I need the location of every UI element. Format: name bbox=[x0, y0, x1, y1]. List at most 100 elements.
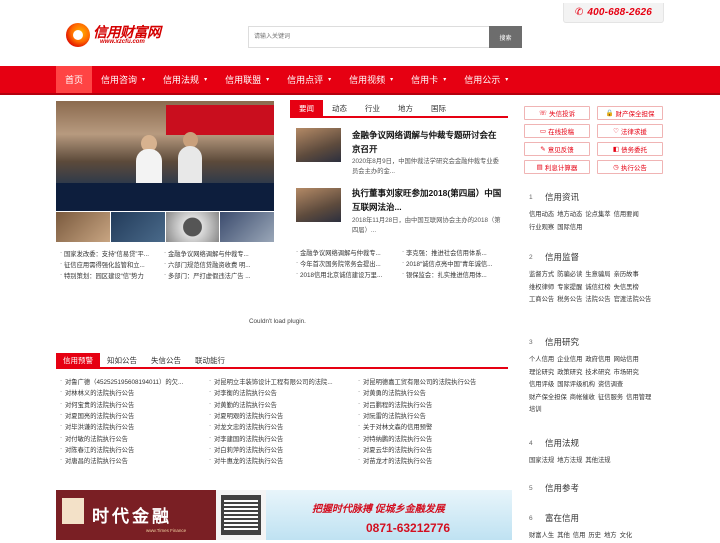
category-link[interactable]: 财产保全担保 bbox=[529, 394, 567, 401]
category-link[interactable]: 官渡法院公告 bbox=[614, 296, 652, 303]
notice-link[interactable]: 对夏国亮的法院执行公告 bbox=[60, 411, 209, 420]
tab-notice-1[interactable]: 知如公告 bbox=[100, 353, 144, 367]
category-link[interactable]: 地方 bbox=[604, 532, 617, 539]
category-link[interactable]: 政策研究 bbox=[557, 369, 582, 376]
category-link[interactable]: 诚信红榜 bbox=[585, 284, 610, 291]
side-button-4[interactable]: ✎ 意见反馈 bbox=[524, 142, 590, 156]
notice-link[interactable]: 对黄勤的法院执行公告 bbox=[209, 400, 358, 409]
tab-news-1[interactable]: 动态 bbox=[323, 100, 356, 116]
notice-link[interactable]: 对何宝贵的法院执行公告 bbox=[60, 400, 209, 409]
news-link[interactable]: 2018“诚信点亮中国”青年诚信... bbox=[402, 259, 508, 268]
category-link[interactable]: 税务公告 bbox=[557, 296, 582, 303]
notice-link[interactable]: 对唐昌的法院执行公告 bbox=[60, 456, 209, 465]
category-link[interactable]: 信用要闻 bbox=[614, 211, 639, 218]
news-thumbnail[interactable] bbox=[296, 188, 341, 222]
notice-link[interactable]: 对陈春江的法院执行公告 bbox=[60, 445, 209, 454]
side-button-7[interactable]: ◷ 执行公告 bbox=[597, 160, 663, 174]
news-link[interactable]: 银保监会：扎实推进信用体... bbox=[402, 270, 508, 279]
side-button-0[interactable]: ☏ 失信投诉 bbox=[524, 106, 590, 120]
nav-item-5[interactable]: 信用视频 ▾ bbox=[340, 66, 402, 93]
notice-link[interactable]: 对付敏的法院执行公告 bbox=[60, 434, 209, 443]
news-link[interactable]: 2018信用北京诚信建设万里... bbox=[296, 270, 402, 279]
caption-link[interactable]: 特别策划：园区建设“信”势力 bbox=[60, 271, 164, 280]
category-link[interactable]: 国家法规 bbox=[529, 457, 554, 464]
category-link[interactable]: 征信服务 bbox=[598, 394, 623, 401]
notice-link[interactable]: 对昆明德嘉工贸有限公司的法院执行公告 bbox=[358, 377, 507, 386]
notice-link[interactable]: 对白莉萍的法院执行公告 bbox=[209, 445, 358, 454]
category-header[interactable]: 5 信用参考 bbox=[529, 482, 579, 494]
caption-link[interactable]: 征信应用需得强化监管和立... bbox=[60, 260, 164, 269]
side-button-1[interactable]: 🔒 财产保全担保 bbox=[597, 106, 663, 120]
site-logo[interactable]: 信用财富网 www.xzcfu.com bbox=[66, 22, 162, 48]
side-button-5[interactable]: ◧ 债务委托 bbox=[597, 142, 663, 156]
notice-link[interactable]: 对林林义的法院执行公告 bbox=[60, 388, 209, 397]
notice-link[interactable]: 对阮雷的法院执行公告 bbox=[358, 411, 507, 420]
category-link[interactable]: 监督方式 bbox=[529, 271, 554, 278]
category-header[interactable]: 4 信用法规 bbox=[529, 437, 659, 449]
notice-link[interactable]: 对夏云华的法院执行公告 bbox=[358, 445, 507, 454]
slider-thumb[interactable] bbox=[165, 212, 220, 242]
side-button-2[interactable]: ▭ 在线投稿 bbox=[524, 124, 590, 138]
tab-news-4[interactable]: 国际 bbox=[422, 100, 455, 116]
category-link[interactable]: 个人信用 bbox=[529, 356, 554, 363]
slider-main-image[interactable] bbox=[56, 101, 274, 211]
tab-notice-3[interactable]: 联动能行 bbox=[188, 353, 232, 367]
category-link[interactable]: 网站信用 bbox=[614, 356, 639, 363]
caption-link[interactable]: 金融争议网络调解与仲裁专... bbox=[164, 249, 268, 258]
category-link[interactable]: 历史 bbox=[588, 532, 601, 539]
nav-item-0[interactable]: 首页 bbox=[56, 66, 93, 93]
nav-item-6[interactable]: 信用卡 ▾ bbox=[402, 66, 455, 93]
category-link[interactable]: 技术研究 bbox=[585, 369, 610, 376]
category-link[interactable]: 工商公告 bbox=[529, 296, 554, 303]
ad-times-finance[interactable]: 时代金融 www.Times Finance bbox=[56, 490, 216, 540]
category-link[interactable]: 政府信用 bbox=[585, 356, 610, 363]
category-link[interactable]: 资信调查 bbox=[598, 381, 623, 388]
notice-link[interactable]: 对特纳鹏的法院执行公告 bbox=[358, 434, 507, 443]
category-link[interactable]: 信用管理 bbox=[626, 394, 651, 401]
category-link[interactable]: 国际评级机构 bbox=[557, 381, 595, 388]
search-input[interactable] bbox=[248, 26, 489, 48]
tab-news-0[interactable]: 要闻 bbox=[290, 100, 323, 116]
notice-link[interactable]: 对龙文忠的法院执行公告 bbox=[209, 422, 358, 431]
notice-link[interactable]: 对李建国的法院执行公告 bbox=[209, 434, 358, 443]
news-thumbnail[interactable] bbox=[296, 128, 341, 162]
tab-news-2[interactable]: 行业 bbox=[356, 100, 389, 116]
news-title[interactable]: 金融争议网络调解与仲裁专题研讨会在京召开 bbox=[352, 128, 504, 156]
notice-link[interactable]: 对毕洪谦的法院执行公告 bbox=[60, 422, 209, 431]
caption-link[interactable]: 六部门规范信贷融资收费 明... bbox=[164, 260, 268, 269]
category-link[interactable]: 亲历故事 bbox=[614, 271, 639, 278]
category-header[interactable]: 2 信用监督 bbox=[529, 251, 659, 263]
category-link[interactable]: 信用动态 bbox=[529, 211, 554, 218]
nav-item-7[interactable]: 信用公示 ▾ bbox=[455, 66, 517, 93]
notice-link[interactable]: 对鲁广德（452525195608194011）的欠... bbox=[60, 377, 209, 386]
ad-banner[interactable]: 时代金融 www.Times Finance 把握时代脉搏 促城乡金融发展 08… bbox=[56, 490, 512, 540]
notice-link[interactable]: 对昆明立丰装饰设计工程有限公司的法院... bbox=[209, 377, 358, 386]
category-link[interactable]: 行业观察 bbox=[529, 224, 554, 231]
category-link[interactable]: 地方法规 bbox=[557, 457, 582, 464]
notice-link[interactable]: 对黄勇的法院执行公告 bbox=[358, 388, 507, 397]
category-link[interactable]: 生意骗局 bbox=[585, 271, 610, 278]
category-link[interactable]: 信用 bbox=[573, 532, 586, 539]
category-link[interactable]: 专家提醒 bbox=[557, 284, 582, 291]
news-link[interactable]: 李克强：推进社会信用体系... bbox=[402, 248, 508, 257]
category-link[interactable]: 理论研究 bbox=[529, 369, 554, 376]
notice-link[interactable]: 对夏明艰的法院执行公告 bbox=[209, 411, 358, 420]
category-header[interactable]: 6 富在信用 bbox=[529, 512, 659, 524]
category-link[interactable]: 法院公告 bbox=[585, 296, 610, 303]
category-link[interactable]: 维权律师 bbox=[529, 284, 554, 291]
category-link[interactable]: 国际信用 bbox=[557, 224, 582, 231]
category-link[interactable]: 其他法规 bbox=[585, 457, 610, 464]
category-link[interactable]: 信用评级 bbox=[529, 381, 554, 388]
news-link[interactable]: 金融争议网络调解与仲裁专... bbox=[296, 248, 402, 257]
news-item[interactable]: 执行董事刘家旺参加2018(第四届）中国互联网法治... 2018年11月28日… bbox=[296, 186, 508, 238]
nav-item-1[interactable]: 信用咨询 ▾ bbox=[92, 66, 154, 93]
notice-link[interactable]: 对吕鹏程的法院执行公告 bbox=[358, 400, 507, 409]
category-link[interactable]: 论点集萃 bbox=[585, 211, 610, 218]
category-link[interactable]: 文化 bbox=[620, 532, 633, 539]
ad-right[interactable]: 把握时代脉搏 促城乡金融发展 0871-63212776 bbox=[266, 490, 512, 540]
slider-thumb[interactable] bbox=[110, 212, 165, 242]
category-link[interactable]: 财富人生 bbox=[529, 532, 554, 539]
notice-link[interactable]: 对牛惠龙的法院执行公告 bbox=[209, 456, 358, 465]
category-link[interactable]: 防骗必读 bbox=[557, 271, 582, 278]
nav-item-3[interactable]: 信用联盟 ▾ bbox=[216, 66, 278, 93]
